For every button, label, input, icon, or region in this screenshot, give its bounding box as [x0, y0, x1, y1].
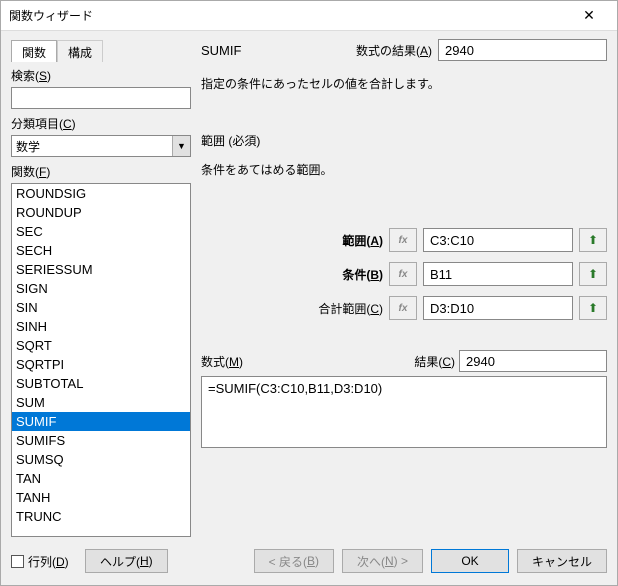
cancel-button[interactable]: キャンセル — [517, 549, 607, 573]
function-name: SUMIF — [201, 43, 356, 58]
result2-label: 結果(C) — [414, 353, 455, 370]
list-item[interactable]: ROUNDUP — [12, 203, 190, 222]
result2-box: 2940 — [459, 350, 607, 372]
category-label: 分類項目(C) — [11, 115, 191, 132]
formula-label: 数式(M) — [201, 353, 414, 370]
close-icon: ✕ — [583, 7, 595, 24]
next-button[interactable]: 次へ(N) > — [342, 549, 423, 573]
list-item[interactable]: SUM — [12, 393, 190, 412]
list-item[interactable]: SUMIF — [12, 412, 190, 431]
tab-strip: 関数 構成 — [11, 39, 191, 61]
matrix-label: 行列(D) — [28, 553, 69, 570]
list-item[interactable]: SEC — [12, 222, 190, 241]
list-item[interactable]: TAN — [12, 469, 190, 488]
fx-icon: fx — [399, 269, 408, 280]
list-item[interactable]: TANH — [12, 488, 190, 507]
param-input[interactable] — [423, 296, 573, 320]
result-label: 数式の結果(A) — [356, 42, 432, 59]
search-input[interactable] — [11, 87, 191, 109]
fx-button[interactable]: fx — [389, 228, 417, 252]
param-row: 範囲(A) fx ⬆ — [201, 228, 607, 252]
list-item[interactable]: ROUNDSIG — [12, 184, 190, 203]
shrink-button[interactable]: ⬆ — [579, 296, 607, 320]
function-listbox[interactable]: ROUNDSIGROUNDUPSECSECHSERIESSUMSIGNSINSI… — [11, 183, 191, 537]
params-container: 範囲(A) fx ⬆ 条件(B) fx ⬆ 合計範囲(C) fx ⬆ — [201, 228, 607, 330]
list-item[interactable]: SIN — [12, 298, 190, 317]
fx-icon: fx — [399, 235, 408, 246]
shrink-icon: ⬆ — [588, 267, 598, 281]
list-item[interactable]: SINH — [12, 317, 190, 336]
param-label: 合計範囲(C) — [318, 300, 383, 317]
button-bar: 行列(D) ヘルプ(H) < 戻る(B) 次へ(N) > OK キャンセル — [1, 543, 617, 585]
param-input[interactable] — [423, 228, 573, 252]
help-button[interactable]: ヘルプ(H) — [85, 549, 168, 573]
shrink-icon: ⬆ — [588, 301, 598, 315]
shrink-button[interactable]: ⬆ — [579, 262, 607, 286]
list-item[interactable]: SQRTPI — [12, 355, 190, 374]
param-section-title: 範囲 (必須) — [201, 132, 607, 149]
category-select[interactable]: ▼ — [11, 135, 191, 157]
fx-icon: fx — [399, 303, 408, 314]
list-item[interactable]: SECH — [12, 241, 190, 260]
list-item[interactable]: SIGN — [12, 279, 190, 298]
shrink-button[interactable]: ⬆ — [579, 228, 607, 252]
left-pane: 関数 構成 検索(S) 分類項目(C) ▼ 関数(F) ROUNDSIGROUN… — [11, 39, 191, 537]
fx-button[interactable]: fx — [389, 296, 417, 320]
formula-input[interactable] — [201, 376, 607, 448]
top-row: SUMIF 数式の結果(A) 2940 — [201, 39, 607, 61]
right-pane: SUMIF 数式の結果(A) 2940 指定の条件にあったセルの値を合計します。… — [201, 39, 607, 537]
ok-button[interactable]: OK — [431, 549, 509, 573]
param-hint: 条件をあてはめる範囲。 — [201, 161, 607, 178]
matrix-checkbox-wrap[interactable]: 行列(D) — [11, 553, 69, 570]
list-item[interactable]: TRUNC — [12, 507, 190, 526]
list-item[interactable]: SUMIFS — [12, 431, 190, 450]
param-label: 範囲(A) — [342, 232, 383, 249]
formula-header-row: 数式(M) 結果(C) 2940 — [201, 350, 607, 372]
titlebar: 関数ウィザード ✕ — [1, 1, 617, 31]
list-item[interactable]: SUMSQ — [12, 450, 190, 469]
search-label: 検索(S) — [11, 67, 191, 84]
fx-button[interactable]: fx — [389, 262, 417, 286]
param-input[interactable] — [423, 262, 573, 286]
content-area: 関数 構成 検索(S) 分類項目(C) ▼ 関数(F) ROUNDSIGROUN… — [1, 31, 617, 543]
list-item[interactable]: SQRT — [12, 336, 190, 355]
list-item[interactable]: SUBTOTAL — [12, 374, 190, 393]
shrink-icon: ⬆ — [588, 233, 598, 247]
function-wizard-window: 関数ウィザード ✕ 関数 構成 検索(S) 分類項目(C) ▼ 関数(F) RO… — [0, 0, 618, 586]
param-row: 条件(B) fx ⬆ — [201, 262, 607, 286]
tab-functions[interactable]: 関数 — [11, 40, 57, 62]
functions-label: 関数(F) — [11, 163, 191, 180]
close-button[interactable]: ✕ — [569, 2, 609, 30]
param-row: 合計範囲(C) fx ⬆ — [201, 296, 607, 320]
chevron-down-icon[interactable]: ▼ — [172, 136, 190, 156]
category-value[interactable] — [11, 135, 191, 157]
tab-structure[interactable]: 構成 — [57, 40, 103, 62]
list-item[interactable]: SERIESSUM — [12, 260, 190, 279]
back-button[interactable]: < 戻る(B) — [254, 549, 334, 573]
param-label: 条件(B) — [342, 266, 383, 283]
result-box: 2940 — [438, 39, 607, 61]
window-title: 関数ウィザード — [9, 7, 569, 24]
matrix-checkbox[interactable] — [11, 555, 24, 568]
function-description: 指定の条件にあったセルの値を合計します。 — [201, 75, 607, 92]
